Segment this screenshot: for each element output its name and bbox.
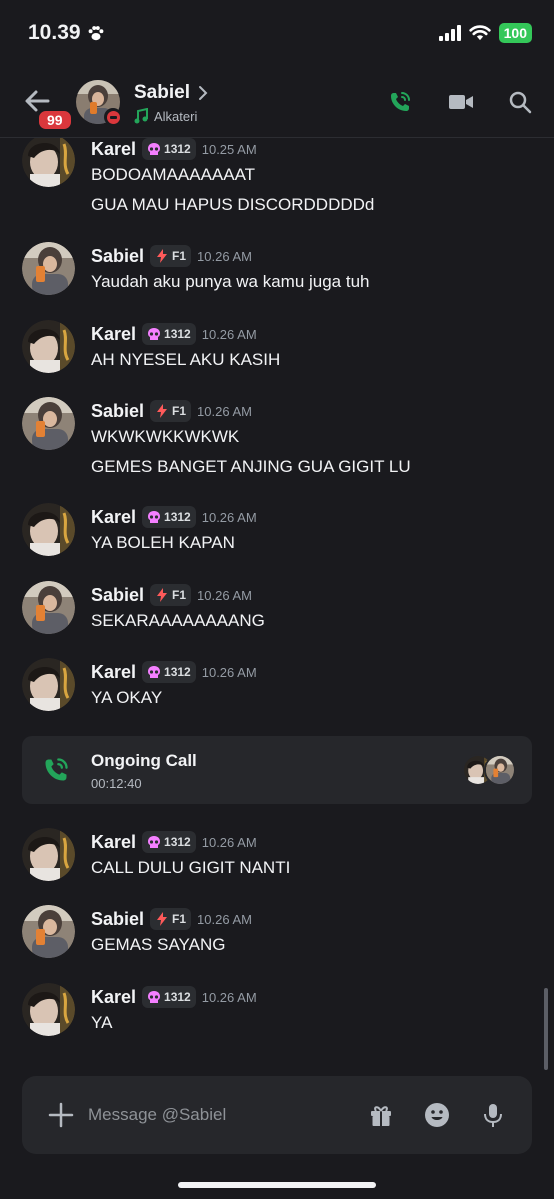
emoji-icon[interactable]: [424, 1102, 450, 1128]
message-text: GEMAS SAYANG: [91, 935, 226, 954]
activity-text: Alkateri: [154, 108, 198, 124]
lightning-icon: [157, 588, 168, 602]
timestamp: 10.26 AM: [201, 509, 257, 525]
guild-tag[interactable]: F1: [150, 400, 192, 422]
avatar[interactable]: [22, 397, 75, 450]
timestamp: 10.26 AM: [197, 587, 252, 603]
chevron-right-icon[interactable]: [198, 85, 208, 101]
message-text: GUA MAU HAPUS DISCORDDDDDd: [91, 195, 375, 214]
paw-icon: [88, 26, 103, 41]
dnd-status-icon: [104, 108, 122, 126]
signal-icon: [438, 25, 461, 41]
avatar[interactable]: [22, 503, 75, 556]
guild-tag[interactable]: F1: [150, 245, 192, 267]
guild-tag[interactable]: F1: [150, 584, 192, 606]
avatar[interactable]: [22, 242, 75, 295]
guild-tag[interactable]: 1312: [142, 661, 196, 683]
username[interactable]: Sabiel: [91, 246, 144, 267]
wifi-icon: [468, 25, 491, 41]
username[interactable]: Sabiel: [91, 909, 144, 930]
guild-tag[interactable]: 1312: [142, 506, 196, 528]
lightning-icon: [157, 404, 168, 418]
clock: 10.39: [28, 21, 81, 44]
status-bar: 10.39 100: [0, 0, 554, 66]
message-text: WKWKWKKWKWK: [91, 427, 240, 446]
microphone-icon[interactable]: [480, 1102, 506, 1128]
avatar[interactable]: [22, 983, 75, 1036]
guild-tag[interactable]: 1312: [142, 986, 196, 1008]
skull-icon: [148, 328, 161, 340]
username[interactable]: Sabiel: [91, 401, 144, 422]
username[interactable]: Karel: [91, 507, 136, 528]
plus-icon[interactable]: [48, 1102, 74, 1128]
timestamp: 10.26 AM: [201, 664, 257, 680]
ongoing-call-card[interactable]: Ongoing Call 00:12:40: [22, 736, 532, 804]
lightning-icon: [157, 912, 168, 926]
username[interactable]: Karel: [91, 139, 136, 160]
video-icon[interactable]: [448, 90, 473, 114]
guild-tag[interactable]: 1312: [142, 831, 196, 853]
scrollbar[interactable]: [544, 988, 548, 1070]
message-text: AH NYESEL AKU KASIH: [91, 350, 281, 369]
avatar: [484, 754, 516, 786]
timestamp: 10.26 AM: [201, 326, 257, 342]
skull-icon: [148, 836, 161, 848]
username[interactable]: Karel: [91, 324, 136, 345]
search-icon[interactable]: [508, 90, 532, 114]
skull-icon: [148, 143, 161, 155]
battery-indicator: 100: [498, 23, 532, 43]
message-text: YA BOLEH KAPAN: [91, 533, 235, 552]
username[interactable]: Karel: [91, 832, 136, 853]
message-list[interactable]: Karel 1312 10.25 AM BODOAMAAAAAAAT GUA M…: [0, 138, 554, 1068]
message-text: BODOAMAAAAAAAT: [91, 165, 256, 184]
timestamp: 10.26 AM: [201, 834, 257, 850]
message-text: Yaudah aku punya wa kamu juga tuh: [91, 272, 370, 291]
music-note-icon: [134, 108, 148, 124]
call-duration: 00:12:40: [91, 776, 142, 791]
guild-tag[interactable]: 1312: [142, 323, 196, 345]
skull-icon: [148, 666, 161, 678]
avatar[interactable]: [22, 320, 75, 373]
timestamp: 10.26 AM: [197, 911, 252, 927]
message-input[interactable]: [88, 1098, 358, 1132]
message-text: SEKARAAAAAAAANG: [91, 611, 265, 630]
timestamp: 10.26 AM: [197, 248, 252, 264]
skull-icon: [148, 991, 161, 1003]
username[interactable]: Karel: [91, 987, 136, 1008]
call-participants: [462, 754, 516, 786]
lightning-icon: [157, 249, 168, 263]
timestamp: 10.26 AM: [197, 403, 252, 419]
unread-badge: 99: [36, 108, 74, 132]
avatar[interactable]: [22, 828, 75, 881]
message-text: YA: [91, 1013, 113, 1032]
avatar[interactable]: [22, 138, 75, 187]
message-text: GEMES BANGET ANJING GUA GIGIT LU: [91, 457, 411, 476]
message-text: CALL DULU GIGIT NANTI: [91, 858, 291, 877]
channel-header: 99 Sabiel Alkateri: [0, 66, 554, 138]
phone-icon: [45, 758, 68, 781]
timestamp: 10.25 AM: [201, 141, 257, 157]
username[interactable]: Sabiel: [91, 585, 144, 606]
phone-icon[interactable]: [388, 90, 412, 114]
avatar[interactable]: [22, 658, 75, 711]
guild-tag[interactable]: F1: [150, 908, 192, 930]
username[interactable]: Karel: [91, 662, 136, 683]
avatar[interactable]: [22, 581, 75, 634]
message-composer: [22, 1076, 532, 1154]
message-text: YA OKAY: [91, 688, 163, 707]
home-indicator: [178, 1182, 376, 1188]
skull-icon: [148, 511, 161, 523]
avatar[interactable]: [22, 905, 75, 958]
header-username[interactable]: Sabiel: [134, 82, 190, 104]
call-title: Ongoing Call: [91, 751, 197, 770]
guild-tag[interactable]: 1312: [142, 138, 196, 160]
timestamp: 10.26 AM: [201, 989, 257, 1005]
gift-icon[interactable]: [368, 1102, 394, 1128]
